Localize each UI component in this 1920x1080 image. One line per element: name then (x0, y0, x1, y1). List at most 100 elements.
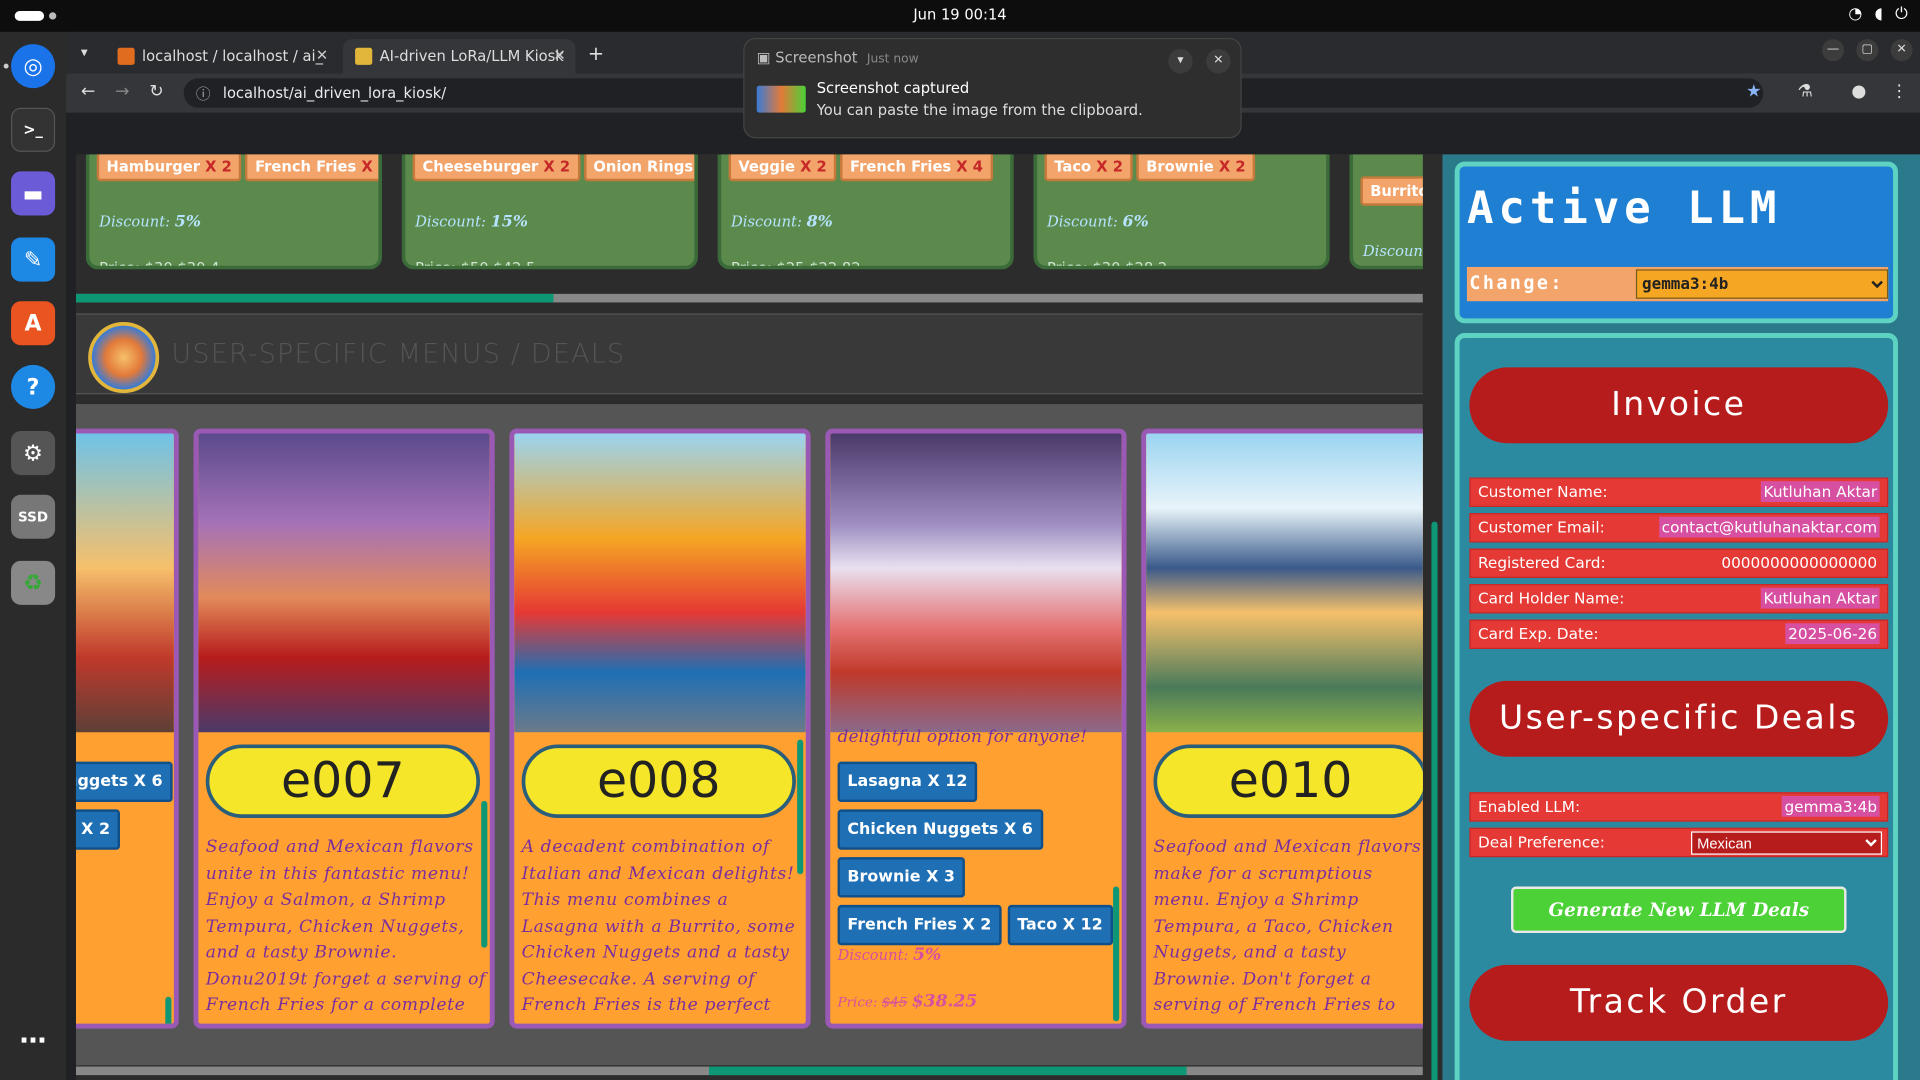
invoice-button[interactable]: Invoice (1469, 367, 1889, 444)
close-tab-icon[interactable]: ✕ (553, 47, 565, 64)
item-chip: Veggie X 2 (728, 154, 837, 182)
tab-kiosk[interactable]: AI-driven LoRa/LLM Kiosk ✕ (342, 39, 576, 74)
registered-card-row: Registered Card: 0000000000000000 (1469, 548, 1889, 578)
tab-list-chevron-icon[interactable]: ▾ (81, 44, 88, 60)
screen: Jun 19 00:14 ◔ ◖ ⏻ ◎ >_ ▬ ✎ A ? ⚙ SSD ♻ … (0, 0, 1920, 1080)
browser-window: ▾ localhost / localhost / ai_ ✕ AI-drive… (66, 31, 1920, 1080)
llm-select[interactable]: gemma3:4b (1635, 269, 1889, 299)
show-apps-icon[interactable]: ⋯ (11, 1019, 55, 1063)
discount: Discount (1362, 242, 1423, 260)
deal-image (830, 433, 1122, 733)
forward-arrow-icon[interactable]: → (115, 82, 129, 102)
new-tab-button[interactable]: + (588, 42, 604, 65)
expand-chevron-icon[interactable]: ▾ (1168, 48, 1193, 74)
tab-label: localhost / localhost / ai_ (142, 47, 323, 65)
deal-price: Price: $45 $38.25 (837, 991, 978, 1012)
discount: Discount: 5% (99, 213, 201, 232)
site-info-icon[interactable]: ⓘ (196, 83, 211, 104)
system-tray[interactable]: ◔ ◖ ⏻ (1848, 5, 1907, 23)
invoice-panel: Invoice Customer Name: Kutluhan Aktar Cus… (1454, 333, 1898, 1080)
card-scroll-thumb[interactable] (1113, 886, 1120, 1022)
field-label: Card Holder Name: (1477, 588, 1625, 608)
kiosk-favicon (355, 47, 373, 65)
food-logo-icon (88, 322, 160, 394)
labs-flask-icon[interactable]: ⚗ (1798, 82, 1813, 102)
running-indicator (3, 63, 9, 69)
profile-icon[interactable]: ● (1851, 82, 1866, 102)
reload-icon[interactable]: ↻ (149, 82, 163, 102)
menu-card[interactable]: Taco X 2 Brownie X 2 Discount: 6% Price: … (1033, 154, 1330, 270)
url-text: localhost/ai_driven_lora_kiosk/ (222, 84, 447, 102)
deal-image (198, 433, 490, 733)
maximize-button[interactable]: ▢ (1856, 39, 1879, 62)
ssd-drive-icon[interactable]: SSD (11, 494, 56, 539)
deal-card[interactable]: e010 Seafood and Mexican flavors make fo… (1141, 428, 1423, 1029)
vertical-scrollbar[interactable] (1427, 154, 1441, 1080)
back-arrow-icon[interactable]: ← (81, 82, 95, 102)
menu-card[interactable]: Veggie X 2 French Fries X 4 Discount: 8% … (717, 154, 1014, 270)
card-scroll-thumb[interactable] (797, 739, 804, 875)
screenshot-notification[interactable]: ▣ Screenshot Just now Screenshot capture… (743, 37, 1242, 139)
item-chip: Onion Rings X 6 (583, 154, 695, 182)
field-label: Customer Email: (1477, 517, 1605, 537)
deal-card[interactable]: delightful option for anyone! Lasagna X … (825, 428, 1127, 1029)
section-header: USER-SPECIFIC MENUS / DEALS (75, 313, 1423, 395)
price: Price: $25 $22.82 (731, 259, 861, 270)
minimize-button[interactable]: — (1822, 39, 1845, 62)
deal-card[interactable]: e007 Seafood and Mexican flavors unite i… (193, 428, 495, 1029)
deal-preference-select[interactable]: Mexican (1691, 831, 1883, 855)
terminal-icon[interactable]: >_ (11, 107, 56, 152)
close-window-button[interactable]: ✕ (1890, 39, 1913, 62)
bookmark-star-icon[interactable]: ★ (1746, 82, 1761, 102)
notification-title: Screenshot captured (816, 79, 970, 97)
system-top-bar: Jun 19 00:14 ◔ ◖ ⏻ (0, 0, 1920, 32)
system-clock[interactable]: Jun 19 00:14 (0, 6, 1920, 23)
close-tab-icon[interactable]: ✕ (316, 47, 328, 64)
scrollbar-thumb[interactable] (708, 1066, 1187, 1076)
menu-card[interactable]: Hamburger X 2French Fries X 4 Discount: … (85, 154, 383, 270)
deal-description: Seafood and Mexican flavors unite in thi… (205, 837, 487, 1024)
item-chip: Taco X 2 (1044, 154, 1133, 182)
track-order-button[interactable]: Track Order (1469, 964, 1889, 1041)
active-llm-title: Active LLM (1466, 183, 1782, 234)
field-value: contact@kutluhanaktar.com (1659, 516, 1880, 538)
field-label: Deal Preference: (1477, 832, 1605, 852)
menu-card[interactable]: Burrito X Discount (1349, 154, 1423, 270)
user-deals-button[interactable]: User-specific Deals (1469, 680, 1889, 757)
screenshot-thumbnail (756, 85, 806, 113)
deal-card[interactable]: uggets X 6 s X 2 (75, 428, 179, 1029)
notification-body: You can paste the image from the clipboa… (816, 101, 1143, 119)
item-chip: Burrito X (1360, 176, 1423, 206)
customer-name-row: Customer Name: Kutluhan Aktar (1469, 477, 1889, 507)
card-scroll-thumb[interactable] (481, 800, 488, 948)
files-icon[interactable]: ▬ (11, 171, 56, 216)
item-chip: Taco X 12 (1007, 904, 1113, 946)
item-chip: Brownie X 3 (837, 857, 965, 898)
generate-deals-button[interactable]: Generate New LLM Deals (1511, 886, 1847, 934)
chrome-icon[interactable]: ◎ (11, 44, 56, 89)
menu-kebab-icon[interactable]: ⋮ (1891, 82, 1908, 102)
card-scroll-thumb[interactable] (165, 996, 172, 1024)
deal-preference-row: Deal Preference: Mexican (1469, 827, 1889, 858)
close-notification-icon[interactable]: ✕ (1206, 48, 1231, 74)
tab-localhost[interactable]: localhost / localhost / ai_ ✕ (105, 39, 338, 73)
deal-image (1146, 433, 1423, 733)
field-value: 2025-06-26 (1785, 623, 1880, 645)
deal-image (75, 433, 174, 733)
settings-gear-icon[interactable]: ⚙ (11, 431, 56, 476)
trash-icon[interactable]: ♻ (11, 560, 56, 605)
text-editor-icon[interactable]: ✎ (11, 237, 56, 282)
item-chip: Chicken Nuggets X 6 (837, 809, 1043, 850)
deal-image (514, 433, 806, 733)
deal-description: A decadent combination of Italian and Me… (521, 837, 796, 1024)
scrollbar-thumb[interactable] (75, 293, 554, 303)
help-icon[interactable]: ? (11, 364, 56, 409)
deal-code: e007 (205, 744, 481, 818)
deal-card[interactable]: e008 A decadent combination of Italian a… (509, 428, 811, 1029)
menu-card[interactable]: Cheeseburger X 2Onion Rings X 6 Discount… (401, 154, 698, 270)
scrollbar-thumb[interactable] (1431, 521, 1438, 1080)
app-center-icon[interactable]: A (11, 301, 56, 346)
side-panel: Active LLM Change: gemma3:4b Invoice Cus… (1442, 154, 1920, 1080)
card-exp-row: Card Exp. Date: 2025-06-26 (1469, 619, 1889, 649)
field-label: Registered Card: (1477, 553, 1606, 572)
